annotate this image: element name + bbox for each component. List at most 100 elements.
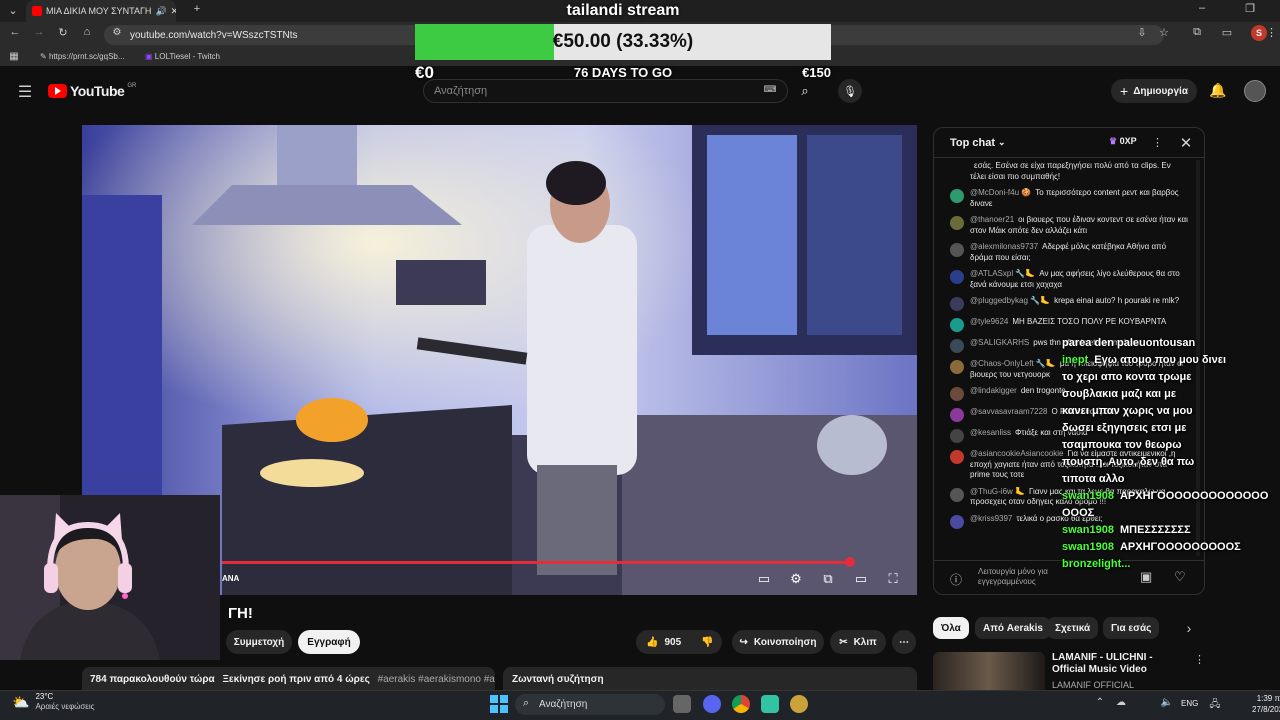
- chat-avatar[interactable]: [950, 339, 964, 353]
- info-icon[interactable]: ⓘ: [950, 571, 962, 588]
- chrome-icon[interactable]: [732, 695, 750, 713]
- chat-avatar[interactable]: [950, 297, 964, 311]
- bookmark-item[interactable]: ✎ https://prnt.sc/gqSb...: [40, 52, 125, 61]
- chevron-down-icon[interactable]: ⌄: [998, 137, 1006, 148]
- chat-author[interactable]: @kriss9397: [970, 514, 1012, 523]
- youtube-logo[interactable]: YouTube GR: [48, 83, 136, 99]
- subscribe-button[interactable]: Εγγραφή: [298, 630, 360, 654]
- chat-avatar[interactable]: [950, 487, 964, 502]
- chat-author[interactable]: @asiancookieAsiancookie: [970, 449, 1064, 458]
- keyboard-icon[interactable]: ⌨: [763, 84, 777, 95]
- account-avatar[interactable]: [1244, 80, 1266, 102]
- extensions-icon[interactable]: ⧉: [1190, 26, 1204, 39]
- chat-avatar[interactable]: [950, 162, 964, 176]
- guide-menu-icon[interactable]: ☰: [16, 82, 34, 102]
- chat-author[interactable]: @kesanliss: [970, 428, 1011, 437]
- clip-button[interactable]: ✂ Κλιπ: [830, 630, 886, 654]
- site-info-icon[interactable]: ⚙: [110, 27, 124, 38]
- chips-next-icon[interactable]: ›: [1182, 620, 1196, 636]
- browser-tab[interactable]: ΜΙΑ ΔΙΚΙΑ ΜΟΥ ΣΥΝΤΑΓΗ 🔊 ✕: [26, 0, 176, 22]
- apps-grid-icon[interactable]: ▦: [8, 51, 20, 62]
- chat-author[interactable]: @tyle9624: [970, 317, 1008, 326]
- voice-search-button[interactable]: 🎙: [838, 79, 862, 103]
- bookmark-item[interactable]: ▣ LOLTiesel - Twitch: [145, 52, 220, 61]
- chat-avatar[interactable]: [950, 270, 964, 284]
- notifications-bell-icon[interactable]: 🔔: [1209, 82, 1227, 99]
- chat-message[interactable]: @thanoer21 οι βιουερς που έδιναν κοντεντ …: [934, 212, 1196, 239]
- chip-all[interactable]: Όλα: [933, 617, 969, 639]
- captions-icon[interactable]: ▭: [754, 571, 774, 587]
- chat-author[interactable]: @alexmilonas9737: [970, 242, 1038, 251]
- new-tab-icon[interactable]: +: [190, 3, 204, 15]
- chat-avatar[interactable]: [950, 429, 964, 443]
- tray-network-icon[interactable]: 🖧: [1208, 697, 1222, 714]
- window-maximize-icon[interactable]: ❐: [1243, 2, 1257, 15]
- tab-audio-icon[interactable]: 🔊: [155, 6, 166, 17]
- recommended-menu-icon[interactable]: ⋮: [1194, 653, 1205, 666]
- chat-avatar[interactable]: [950, 387, 964, 401]
- chat-avatar[interactable]: [950, 360, 964, 374]
- chat-author[interactable]: @ThuG-i6w 🦶: [970, 487, 1025, 496]
- chat-message[interactable]: @ATLASxpl 🔧🦶 Αν μας αφήσεις λίγο ελεύθερο…: [934, 266, 1196, 293]
- tab-close-icon[interactable]: ✕: [171, 6, 176, 17]
- hashtags[interactable]: #aerakis #aerakismono #aerakis: [378, 674, 495, 685]
- bookmark-star-icon[interactable]: ☆: [1157, 26, 1171, 39]
- chat-author[interactable]: @pluggedbykag 🔧🦶: [970, 296, 1050, 305]
- install-icon[interactable]: ⇩: [1135, 26, 1149, 39]
- chat-message[interactable]: @alexmilonas9737 Αδερφέ μόλις κατέβηκα Αθ…: [934, 239, 1196, 266]
- chat-avatar[interactable]: [950, 189, 964, 203]
- chat-avatar[interactable]: [950, 243, 964, 257]
- like-button[interactable]: 👍 905 👎: [636, 630, 722, 654]
- search-button[interactable]: ⌕: [788, 79, 822, 103]
- thumbs-down-icon[interactable]: 👎: [701, 637, 713, 648]
- video-scrubber-handle[interactable]: [844, 557, 855, 567]
- recommended-thumbnail[interactable]: [933, 652, 1045, 690]
- chat-message[interactable]: @McDoni-f4u 🍪 Το περισσότερο content ρεντ…: [934, 185, 1196, 212]
- discord-icon[interactable]: [703, 695, 721, 713]
- streamlabs-icon[interactable]: [761, 695, 779, 713]
- fullscreen-icon[interactable]: ⛶: [883, 571, 903, 587]
- tray-overflow-icon[interactable]: ⌃: [1094, 697, 1106, 708]
- recommended-channel[interactable]: LAMANIF OFFICIAL: [1052, 680, 1134, 690]
- chat-message[interactable]: εσάς. Εσένα σε είχα παρεξηγήσει πολύ από…: [934, 158, 1196, 185]
- chat-message[interactable]: @tyle9624 ΜΗ ΒΑΖΕΙΣ ΤΟΣΟ ΠΟΛΥ ΡΕ ΚΟΥΒΑΡΝΤ…: [934, 314, 1196, 335]
- chat-author[interactable]: @SALIGKARHS: [970, 338, 1029, 347]
- tray-volume-icon[interactable]: 🔈: [1160, 697, 1174, 708]
- sidebar-icon[interactable]: ▭: [1220, 26, 1234, 39]
- chip-from-aerakis[interactable]: Από Aerakis: [975, 617, 1051, 639]
- app-icon[interactable]: [790, 695, 808, 713]
- chat-author[interactable]: @Chaos-OnlyLeft 🔧🦶: [970, 359, 1056, 368]
- weather-widget[interactable]: ⛅ 23°C Αραιές νεφώσεις: [12, 692, 95, 712]
- theater-mode-icon[interactable]: ▭: [851, 571, 871, 587]
- reload-icon[interactable]: ↻: [56, 26, 70, 39]
- back-icon[interactable]: ←: [8, 26, 22, 38]
- clock[interactable]: 1:39 π 27/8/202: [1252, 693, 1280, 715]
- chat-author[interactable]: @savvasavraam7228: [970, 407, 1048, 416]
- chat-menu-kebab-icon[interactable]: ⋮: [1152, 136, 1163, 149]
- chat-mode-dropdown[interactable]: Top chat: [950, 137, 995, 149]
- chip-for-you[interactable]: Για εσάς: [1103, 617, 1160, 639]
- chat-author[interactable]: @thanoer21: [970, 215, 1014, 224]
- home-icon[interactable]: ⌂: [80, 26, 94, 38]
- create-button[interactable]: + Δημιουργία: [1111, 79, 1197, 103]
- tab-list-icon[interactable]: ⌄: [6, 4, 20, 17]
- chat-avatar[interactable]: [950, 318, 964, 332]
- chat-avatar[interactable]: [950, 408, 964, 422]
- chat-author[interactable]: @lindakigger: [970, 386, 1017, 395]
- taskbar-search[interactable]: ⌕ Αναζήτηση: [515, 694, 665, 715]
- search-input[interactable]: Αναζήτηση: [423, 79, 788, 103]
- menu-kebab-icon[interactable]: ⋮: [1266, 26, 1277, 39]
- start-button[interactable]: [490, 695, 508, 713]
- forward-icon[interactable]: →: [32, 26, 46, 38]
- chat-author[interactable]: @ATLASxpl 🔧🦶: [970, 269, 1035, 278]
- recommended-title[interactable]: LAMANIF - ULICHNI - Official Music Video: [1052, 652, 1187, 676]
- more-actions-button[interactable]: ⋯: [892, 630, 916, 654]
- task-view-icon[interactable]: [673, 695, 691, 713]
- window-minimize-icon[interactable]: –: [1195, 2, 1209, 14]
- join-button[interactable]: Συμμετοχή: [226, 630, 292, 654]
- chat-avatar[interactable]: [950, 514, 964, 529]
- chat-avatar[interactable]: [950, 216, 964, 230]
- chat-avatar[interactable]: [950, 450, 964, 464]
- input-language[interactable]: ENG: [1181, 699, 1198, 708]
- profile-avatar[interactable]: S: [1251, 25, 1267, 41]
